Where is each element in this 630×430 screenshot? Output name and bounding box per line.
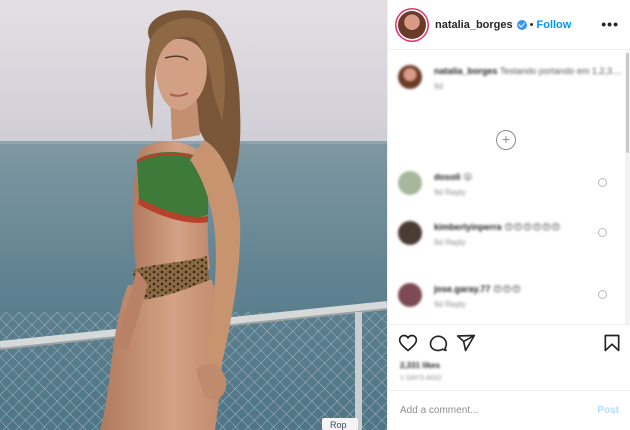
list-item: kimberlyinperra 😍😍😍😍😍😍 9d Reply xyxy=(398,221,594,249)
comment-username[interactable]: dosoli xyxy=(434,172,461,182)
caption-avatar[interactable] xyxy=(398,65,422,89)
comment-avatar[interactable] xyxy=(398,221,422,245)
follow-button[interactable]: Follow xyxy=(537,19,572,31)
comment-like-icon[interactable] xyxy=(598,228,607,237)
more-options-icon[interactable]: ••• xyxy=(601,16,619,32)
comments-list: natalia_borges Testando portando em 1,2,… xyxy=(388,51,630,324)
bookmark-icon[interactable] xyxy=(602,333,622,353)
comments-scrollbar[interactable] xyxy=(625,51,630,324)
post-actions: 2,331 likes 1 DAYS AGO xyxy=(388,324,630,390)
comment-input[interactable] xyxy=(400,405,598,416)
add-comment-bar: Post xyxy=(388,390,630,430)
comment-like-icon[interactable] xyxy=(598,178,607,187)
comment-avatar[interactable] xyxy=(398,283,422,307)
comment-username[interactable]: jose.garay.77 xyxy=(434,284,490,294)
caption-row: natalia_borges Testando portando em 1,2,… xyxy=(398,65,622,93)
photo-image: Rop xyxy=(0,0,387,430)
comment-avatar[interactable] xyxy=(398,171,422,195)
comment-text: 😮 xyxy=(463,172,473,182)
post-photo[interactable]: Rop xyxy=(0,0,387,430)
list-item: jose.garay.77 😍😍😍 9d Reply xyxy=(398,283,521,311)
heart-icon[interactable] xyxy=(398,333,418,353)
comment-meta[interactable]: 9d Reply xyxy=(434,187,472,199)
share-icon[interactable] xyxy=(456,333,476,353)
comment-body: jose.garay.77 😍😍😍 9d Reply xyxy=(434,283,521,311)
comment-body: dosoli 😮 9d Reply xyxy=(434,171,472,199)
verified-icon xyxy=(516,19,527,30)
comment-text: 😍😍😍 xyxy=(492,284,522,294)
comment-like-icon[interactable] xyxy=(598,290,607,299)
caption-username[interactable]: natalia_borges xyxy=(434,66,498,76)
comment-body: kimberlyinperra 😍😍😍😍😍😍 9d Reply xyxy=(434,221,594,249)
post-age: 1 DAYS AGO xyxy=(400,375,442,382)
post-side-panel: natalia_borges • Follow ••• natalia_borg… xyxy=(387,0,630,430)
likes-count[interactable]: 2,331 likes xyxy=(400,361,440,370)
list-item: dosoli 😮 9d Reply xyxy=(398,171,472,199)
comment-icon[interactable] xyxy=(428,333,448,353)
comment-username[interactable]: kimberlyinperra xyxy=(434,222,502,232)
comment-text: 😍😍😍😍😍😍 xyxy=(504,222,561,232)
caption-body: natalia_borges Testando portando em 1,2,… xyxy=(434,65,622,93)
instagram-post: Rop natalia_borges • Follow ••• natalia_… xyxy=(0,0,630,430)
plus-circle-icon[interactable]: + xyxy=(496,130,516,150)
comment-meta[interactable]: 9d Reply xyxy=(434,237,594,249)
scrollbar-thumb[interactable] xyxy=(626,53,629,153)
separator-dot: • xyxy=(529,18,534,31)
comment-meta[interactable]: 9d Reply xyxy=(434,299,521,311)
caption-text: Testando portando em 1,2,3.... xyxy=(499,66,622,76)
post-header: natalia_borges • Follow ••• xyxy=(388,0,630,50)
caption-time: 9d xyxy=(434,82,443,91)
photo-sign-text: Rop xyxy=(330,420,347,430)
author-avatar[interactable] xyxy=(398,10,426,39)
author-username[interactable]: natalia_borges xyxy=(435,19,513,31)
post-comment-button[interactable]: Post xyxy=(597,405,619,416)
